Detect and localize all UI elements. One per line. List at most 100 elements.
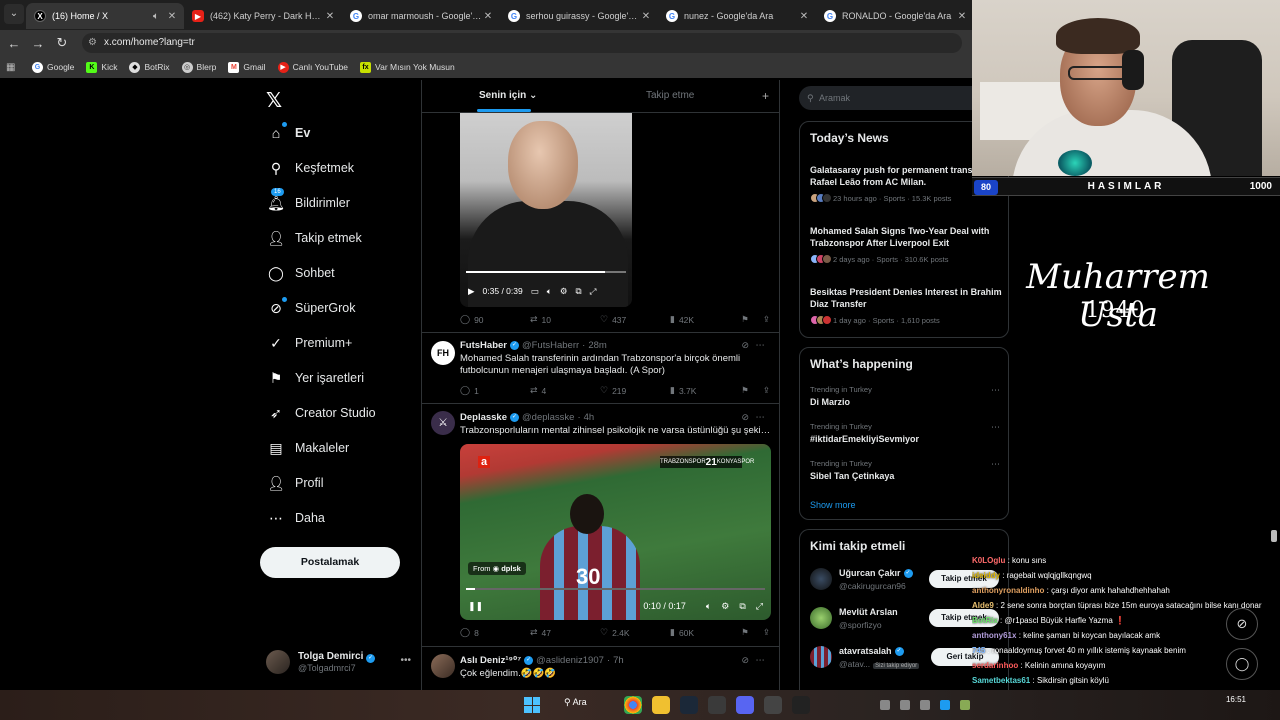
bookmark-blerp[interactable]: ◎ Blerp [181, 61, 216, 73]
tray-icon[interactable] [940, 700, 950, 710]
tab-x-home[interactable]: X (16) Home / X 🔈︎ ✕ [26, 3, 184, 29]
show-more-link[interactable]: Show more [810, 500, 856, 510]
tab-google-1[interactable]: G omar marmoush - Google'da Ara ✕ [342, 3, 500, 29]
nav-more[interactable]: ⋯ Daha [267, 506, 325, 530]
settings-icon[interactable]: ⚙ [721, 601, 729, 612]
author-name[interactable]: FutsHaber [460, 340, 507, 351]
more-icon[interactable]: ⋯ [991, 385, 1000, 396]
nav-notifications[interactable]: 🔔︎ 16 Bildirimler [267, 188, 350, 215]
folder-icon[interactable] [652, 696, 670, 714]
repost-button[interactable]: ⇄ 47 [530, 627, 600, 638]
account-switcher[interactable]: Tolga Demirci ✓ @Tolgadmrci7 ••• [266, 647, 411, 677]
chat-username[interactable]: anthony61x [972, 631, 1016, 640]
captions-icon[interactable]: ▭ [531, 286, 539, 297]
video-player[interactable]: ▶ 0:35 / 0:39 ▭ 🔈︎ ⚙ ⧉ ⤢ [460, 113, 632, 307]
avatar[interactable]: FH [431, 341, 455, 365]
tab-google-3[interactable]: G nunez - Google'da Ara ✕ [658, 3, 816, 29]
app-icon[interactable] [764, 696, 782, 714]
volume-icon[interactable]: 🔈︎ [547, 286, 552, 297]
steam-icon[interactable] [680, 696, 698, 714]
chrome-icon[interactable] [624, 696, 642, 714]
messages-icon[interactable]: ◯ [1226, 648, 1258, 680]
reload-icon[interactable]: ↻ [50, 35, 74, 51]
bookmark-vmym[interactable]: fx Var Mısın Yok Musun [360, 61, 455, 73]
chat-username[interactable]: K0LOglu [972, 556, 1005, 565]
author-name[interactable]: Aslı Deniz¹⁹⁰⁷ [460, 655, 521, 666]
views-button[interactable]: ▮ 3.7K [670, 385, 740, 396]
avatar[interactable]: ⚔ [431, 411, 455, 435]
grok-icon[interactable]: ⊘ [741, 340, 749, 351]
video-player[interactable]: a TRABZONSPOR 2 1 KONYASPOR 30 From ◉ dp… [460, 444, 771, 620]
chat-username[interactable]: Alde9 [972, 601, 994, 610]
more-icon[interactable]: ⋯ [991, 459, 1000, 470]
clock[interactable]: 16:51 [1226, 694, 1246, 705]
nav-profile[interactable]: 👤︎ Profil [267, 471, 323, 495]
author-handle[interactable]: @FutsHaberr [522, 340, 579, 351]
apps-icon[interactable]: ▦ [6, 62, 18, 73]
obs-icon[interactable] [792, 696, 810, 714]
tab-search-button[interactable]: ⌄ [4, 4, 24, 24]
close-icon[interactable]: ✕ [640, 11, 652, 22]
trend-item[interactable]: Trending in Turkey Sibel Tan Çetinkaya ⋯ [810, 459, 1004, 481]
tweet-time[interactable]: 7h [613, 655, 624, 666]
video-source-tag[interactable]: From ◉ dplsk [468, 562, 526, 575]
author-handle[interactable]: @deplasske [522, 412, 574, 423]
tab-for-you[interactable]: Senin için ⌄ [479, 90, 537, 101]
discord-icon[interactable] [736, 696, 754, 714]
close-icon[interactable]: ✕ [166, 11, 178, 22]
bookmark-google[interactable]: G Google [32, 61, 74, 73]
nav-follow[interactable]: 👤︎ Takip etmek [267, 226, 362, 250]
bookmark-botrix[interactable]: ◆ BotRix [129, 61, 170, 73]
tray-icon[interactable] [880, 700, 890, 710]
chat-username[interactable]: BotRix [972, 616, 998, 625]
url-input[interactable]: ⚙ x.com/home?lang=tr [82, 33, 962, 53]
pip-icon[interactable]: ⧉ [739, 601, 745, 612]
x-logo-icon[interactable]: 𝕏 [266, 88, 282, 112]
reply-button[interactable]: ◯ 8 [460, 627, 530, 638]
more-icon[interactable]: ⋯ [756, 655, 766, 666]
close-icon[interactable]: ✕ [482, 11, 494, 22]
close-icon[interactable]: ✕ [956, 11, 968, 22]
bookmark-icon[interactable]: ⚑ [741, 314, 749, 325]
views-button[interactable]: ▮ 60K [670, 627, 740, 638]
tweet-time[interactable]: 28m [588, 340, 606, 351]
repost-button[interactable]: ⇄ 10 [530, 314, 600, 325]
site-info-icon[interactable]: ⚙ [88, 33, 97, 53]
like-button[interactable]: ♡ 437 [600, 314, 670, 325]
forward-icon[interactable]: → [26, 36, 50, 51]
chat-username[interactable]: serdarinhoo [972, 661, 1018, 670]
bookmark-kick[interactable]: K Kick [86, 61, 117, 73]
more-icon[interactable]: ⋯ [756, 412, 766, 423]
tab-google-2[interactable]: G serhou guirassy - Google'da Ara ✕ [500, 3, 658, 29]
share-icon[interactable]: ⇪ [763, 314, 770, 325]
back-icon[interactable]: ← [2, 36, 26, 51]
grok-icon[interactable]: ⊘ [1226, 608, 1258, 640]
tab-youtube[interactable]: ▶ (462) Katy Perry - Dark Horse ft ✕ [184, 3, 342, 29]
like-button[interactable]: ♡ 219 [600, 385, 670, 396]
bookmark-icon[interactable]: ⚑ [741, 627, 749, 638]
windows-start-icon[interactable] [524, 697, 540, 713]
nav-creator-studio[interactable]: ➶ Creator Studio [267, 401, 375, 425]
nav-premium[interactable]: ✓ Premium+ [267, 331, 352, 355]
bookmark-gmail[interactable]: M Gmail [228, 61, 266, 73]
grok-icon[interactable]: ⊘ [741, 655, 749, 666]
avatar[interactable] [431, 654, 455, 678]
nav-home[interactable]: ⌂ Ev [267, 121, 310, 145]
close-icon[interactable]: ✕ [324, 11, 336, 22]
author-name[interactable]: Deplasske [460, 412, 507, 423]
nav-bookmarks[interactable]: ⚑ Yer işaretleri [267, 366, 364, 390]
tray-icon[interactable] [900, 700, 910, 710]
pause-icon[interactable]: ❚❚ [468, 601, 483, 612]
nav-supergrok[interactable]: ⊘ SüperGrok [267, 296, 355, 320]
chat-username[interactable]: ideiddy [972, 571, 1000, 580]
repost-button[interactable]: ⇄ 4 [530, 385, 600, 396]
scrollbar-thumb[interactable] [1271, 530, 1277, 542]
bookmark-youtube[interactable]: ▶ Canlı YouTube [277, 61, 348, 73]
nav-explore[interactable]: ⚲ Keşfetmek [267, 156, 354, 180]
more-icon[interactable]: ⋯ [991, 422, 1000, 433]
more-icon[interactable]: ⋯ [756, 340, 766, 351]
reply-button[interactable]: ◯ 1 [460, 385, 530, 396]
reply-button[interactable]: ◯ 90 [460, 314, 530, 325]
trend-item[interactable]: Trending in Turkey #iktidarEmekliyiSevmi… [810, 422, 1004, 444]
pip-icon[interactable]: ⧉ [575, 286, 581, 297]
